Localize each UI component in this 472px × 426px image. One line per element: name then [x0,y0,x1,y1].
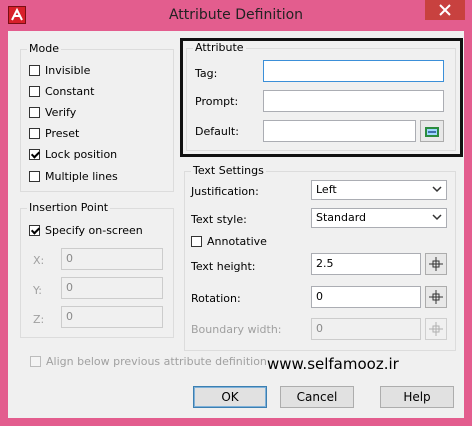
lock-position-option[interactable]: Lock position [29,146,117,162]
verify-option[interactable]: Verify [29,104,76,120]
justification-value: Left [316,183,337,196]
constant-checkbox[interactable] [29,85,40,97]
ok-button[interactable]: OK [193,386,267,408]
mode-group: Mode Invisible Constant Verify Preset Lo… [20,42,174,192]
annotative-option[interactable]: Annotative [191,233,267,249]
z-coordinate-input[interactable]: 0 [61,306,163,328]
preset-option[interactable]: Preset [29,125,79,141]
y-label: Y: [33,284,42,297]
title-bar[interactable]: Attribute Definition [0,0,472,30]
text-settings-group-title: Text Settings [191,164,266,177]
boundary-width-label: Boundary width: [191,323,282,336]
dialog-window: Attribute Definition Mode Invisible Cons… [0,0,472,426]
justification-label: Justification: [191,185,259,198]
lock-position-checkbox[interactable] [29,148,40,160]
watermark-text: www.selfamooz.ir [267,355,399,373]
window-title: Attribute Definition [168,7,304,23]
cancel-button[interactable]: Cancel [280,386,354,408]
rotation-label: Rotation: [191,292,241,305]
constant-option[interactable]: Constant [29,83,94,99]
boundary-width-pick-button[interactable] [425,318,447,340]
chevron-down-icon [432,214,442,221]
crosshair-icon [429,257,443,271]
mode-group-title: Mode [27,42,61,55]
x-label: X: [33,254,45,267]
specify-on-screen-option[interactable]: Specify on-screen [29,222,143,238]
verify-checkbox[interactable] [29,106,40,118]
close-icon [439,4,451,16]
help-button[interactable]: Help [380,386,454,408]
text-height-pick-button[interactable] [425,253,447,275]
annotative-label: Annotative [207,234,267,248]
lock-position-label: Lock position [45,147,118,161]
rotation-pick-button[interactable] [425,286,447,308]
multiple-lines-checkbox[interactable] [29,170,40,182]
text-style-label: Text style: [191,213,247,226]
specify-on-screen-label: Specify on-screen [45,223,143,237]
invisible-option[interactable]: Invisible [29,62,90,78]
align-below-option[interactable]: Align below previous attribute definitio… [30,353,267,369]
preset-checkbox[interactable] [29,127,40,139]
z-label: Z: [33,313,45,326]
multiple-lines-label: Multiple lines [45,169,118,183]
boundary-width-input[interactable]: 0 [311,318,421,340]
crosshair-icon [429,290,443,304]
invisible-label: Invisible [45,63,91,77]
justification-select[interactable]: Left [311,180,447,200]
text-height-label: Text height: [191,260,256,273]
y-coordinate-input[interactable]: 0 [61,277,163,299]
insertion-point-group-title: Insertion Point [27,201,111,214]
close-button[interactable] [425,0,465,20]
text-style-select[interactable]: Standard [311,208,447,228]
invisible-checkbox[interactable] [29,64,40,76]
preset-label: Preset [45,126,80,140]
x-coordinate-input[interactable]: 0 [61,248,163,270]
text-style-value: Standard [316,211,367,224]
crosshair-icon [429,322,443,336]
specify-on-screen-checkbox[interactable] [29,224,40,236]
insertion-point-group: Insertion Point Specify on-screen X: 0 Y… [20,201,174,338]
annotative-checkbox[interactable] [191,235,202,247]
constant-label: Constant [45,84,95,98]
chevron-down-icon [432,186,442,193]
attribute-highlight-frame [180,38,463,157]
align-below-checkbox[interactable] [30,355,41,367]
text-settings-group: Text Settings Justification: Left Text s… [184,164,456,351]
verify-label: Verify [45,105,77,119]
multiple-lines-option[interactable]: Multiple lines [29,168,118,184]
align-below-label: Align below previous attribute definitio… [46,354,267,368]
text-height-input[interactable]: 2.5 [311,253,421,275]
rotation-input[interactable]: 0 [311,286,421,308]
